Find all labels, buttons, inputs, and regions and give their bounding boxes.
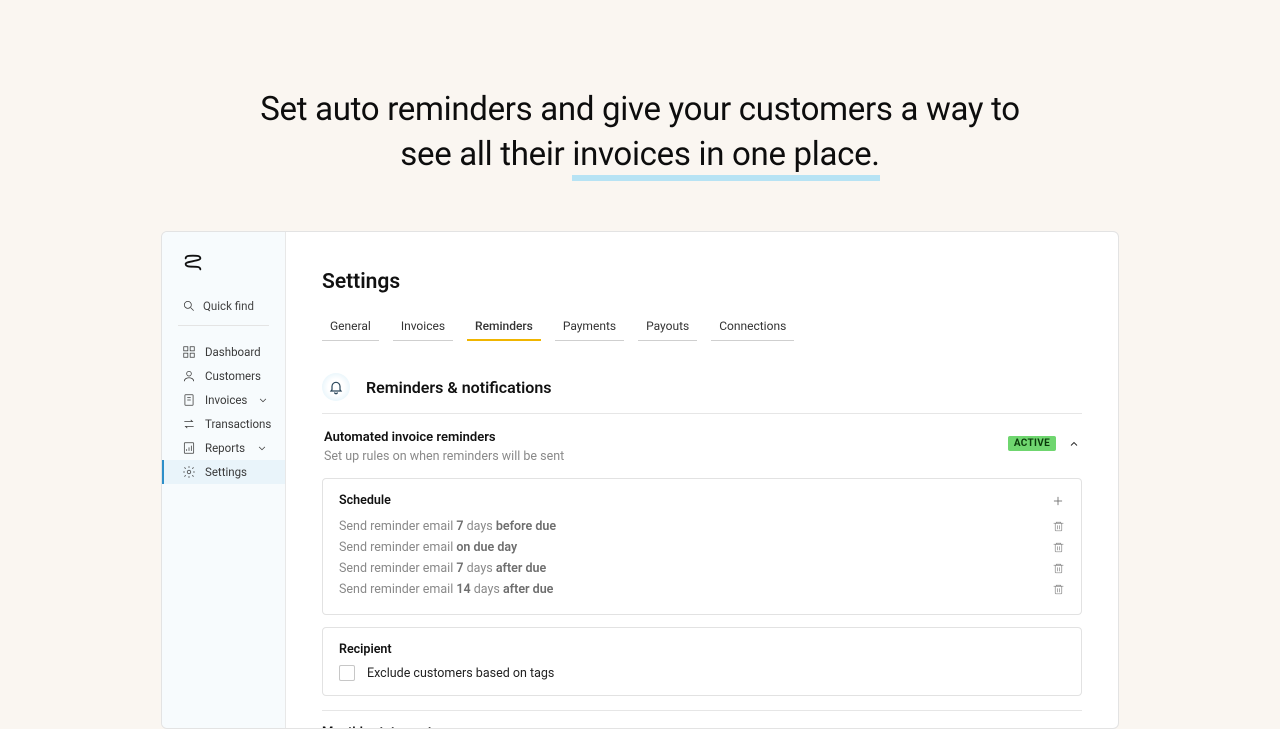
auto-reminders-title: Automated invoice reminders <box>324 430 564 445</box>
sidebar-divider <box>178 325 269 326</box>
reminder-rule: Send reminder email on due day <box>339 537 1065 558</box>
hero-banner: Set auto reminders and give your custome… <box>0 0 1280 231</box>
sidebar-item-settings[interactable]: Settings <box>162 460 285 484</box>
brand-logo <box>182 252 204 274</box>
schedule-title: Schedule <box>339 493 391 508</box>
sidebar-item-label: Transactions <box>205 417 271 431</box>
reports-icon <box>182 441 196 455</box>
delete-rule-button[interactable] <box>1052 520 1065 533</box>
tab-general[interactable]: General <box>322 316 379 341</box>
reminder-rule-text: Send reminder email 14 days after due <box>339 582 553 597</box>
auto-reminders-subtitle: Set up rules on when reminders will be s… <box>324 449 564 464</box>
tab-invoices[interactable]: Invoices <box>393 316 453 341</box>
schedule-card: Schedule Send reminder email 7 days befo… <box>322 478 1082 615</box>
sidebar-item-dashboard[interactable]: Dashboard <box>162 340 285 364</box>
sidebar-item-invoices[interactable]: Invoices <box>162 388 285 412</box>
hero-headline: Set auto reminders and give your custome… <box>0 88 1280 177</box>
sidebar-item-label: Dashboard <box>205 345 261 359</box>
tab-payments[interactable]: Payments <box>555 316 624 341</box>
quick-find[interactable]: Quick find <box>162 299 285 325</box>
reminder-rule: Send reminder email 14 days after due <box>339 579 1065 600</box>
tab-connections[interactable]: Connections <box>711 316 794 341</box>
monthly-statements-title: Monthly statements <box>322 725 1082 728</box>
sidebar-item-label: Settings <box>205 465 247 479</box>
customers-icon <box>182 369 196 383</box>
settings-tabbar: General Invoices Reminders Payments Payouts C… <box>322 316 1082 341</box>
reminder-rule-text: Send reminder email 7 days after due <box>339 561 546 576</box>
bell-icon-wrap <box>322 373 350 401</box>
settings-icon <box>182 465 196 479</box>
sidebar-item-label: Customers <box>205 369 261 383</box>
delete-rule-button[interactable] <box>1052 562 1065 575</box>
add-rule-button[interactable] <box>1051 494 1065 508</box>
main-content: Settings General Invoices Reminders Payment… <box>286 232 1118 728</box>
search-icon <box>182 299 196 313</box>
section-divider <box>322 710 1082 711</box>
reminder-rule-text: Send reminder email on due day <box>339 540 517 555</box>
sidebar-item-transactions[interactable]: Transactions <box>162 412 285 436</box>
sidebar-item-label: Reports <box>205 441 245 455</box>
chevron-down-icon <box>255 441 269 455</box>
exclude-tags-checkbox[interactable] <box>339 665 355 681</box>
exclude-tags-label: Exclude customers based on tags <box>367 666 554 681</box>
transactions-icon <box>182 417 196 431</box>
dashboard-icon <box>182 345 196 359</box>
tab-payouts[interactable]: Payouts <box>638 316 697 341</box>
sidebar-item-label: Invoices <box>205 393 247 407</box>
recipient-title: Recipient <box>339 642 1065 657</box>
invoices-icon <box>182 393 196 407</box>
app-window: Quick find Dashboard Customers Invoices Tra… <box>161 231 1119 729</box>
sidebar-item-reports[interactable]: Reports <box>162 436 285 460</box>
chevron-down-icon <box>256 393 270 407</box>
sidebar: Quick find Dashboard Customers Invoices Tra… <box>162 232 286 728</box>
recipient-card: Recipient Exclude customers based on tag… <box>322 627 1082 696</box>
section-title: Reminders & notifications <box>366 378 551 397</box>
collapse-toggle[interactable] <box>1068 438 1080 450</box>
reminder-rule-text: Send reminder email 7 days before due <box>339 519 556 534</box>
reminder-rule: Send reminder email 7 days before due <box>339 516 1065 537</box>
section-header: Reminders & notifications <box>322 373 1082 414</box>
delete-rule-button[interactable] <box>1052 583 1065 596</box>
sidebar-item-customers[interactable]: Customers <box>162 364 285 388</box>
tab-reminders[interactable]: Reminders <box>467 316 541 341</box>
page-title: Settings <box>322 270 1082 294</box>
status-badge: ACTIVE <box>1008 436 1056 451</box>
quick-find-label: Quick find <box>203 299 254 313</box>
reminder-rule: Send reminder email 7 days after due <box>339 558 1065 579</box>
bell-icon <box>328 379 344 395</box>
auto-reminders-header: Automated invoice reminders Set up rules… <box>322 430 1082 464</box>
delete-rule-button[interactable] <box>1052 541 1065 554</box>
